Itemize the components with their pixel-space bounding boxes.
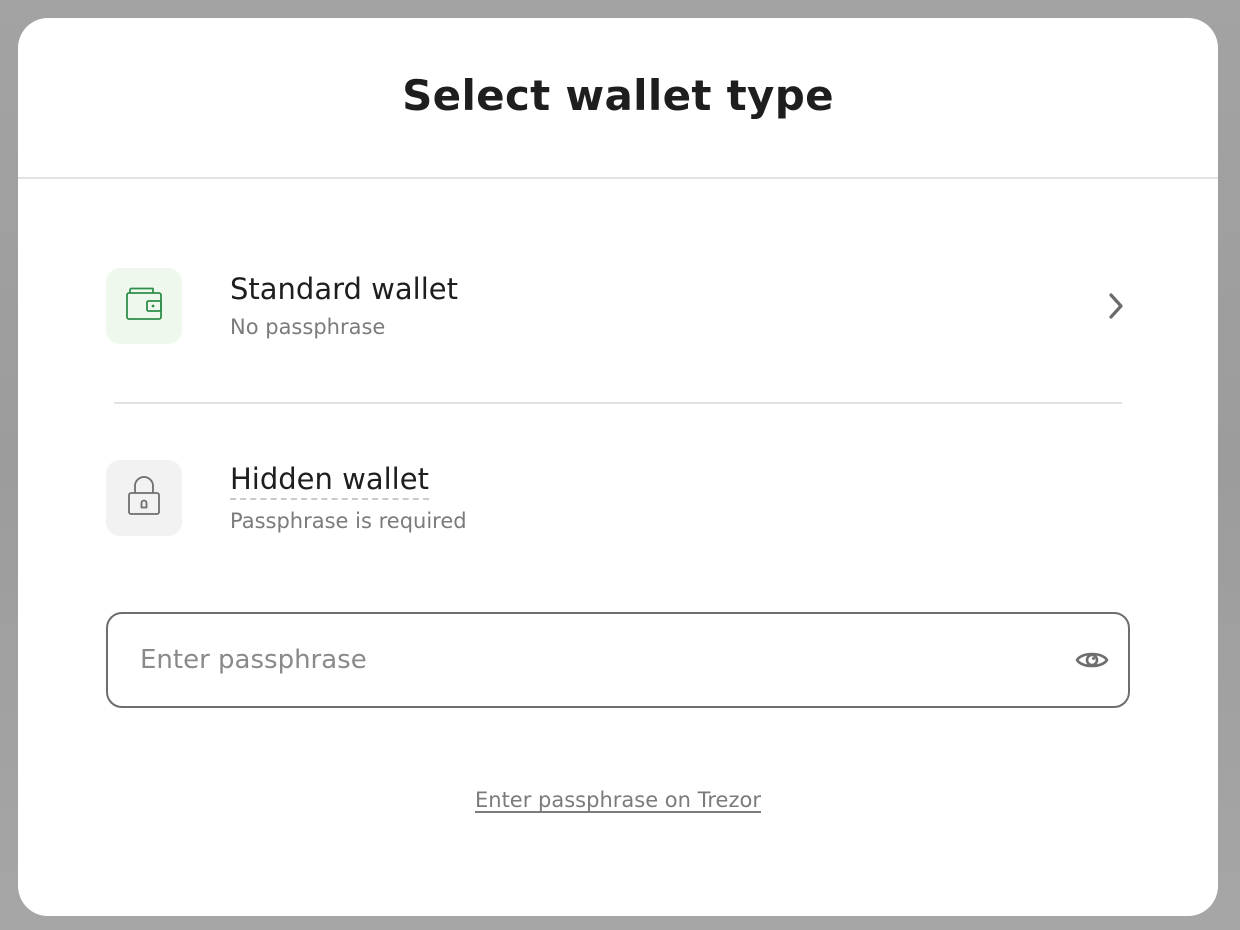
trezor-link-row: Enter passphrase on Trezor — [18, 788, 1218, 812]
eye-icon[interactable] — [1072, 642, 1112, 678]
wallet-icon — [125, 287, 163, 326]
modal-title: Select wallet type — [402, 71, 834, 120]
lock-icon — [126, 475, 162, 522]
enter-on-trezor-link[interactable]: Enter passphrase on Trezor — [475, 788, 761, 812]
lock-icon-box — [106, 460, 182, 536]
hidden-wallet-subtitle: Passphrase is required — [230, 509, 467, 533]
standard-wallet-subtitle: No passphrase — [230, 315, 386, 339]
modal-header: Select wallet type — [18, 18, 1218, 179]
chevron-right-icon — [1100, 291, 1130, 321]
standard-wallet-option[interactable]: Standard wallet No passphrase — [106, 268, 1130, 344]
hidden-wallet-text: Hidden wallet Passphrase is required — [230, 462, 467, 534]
hidden-wallet-option[interactable]: Hidden wallet Passphrase is required — [106, 460, 1130, 536]
wallet-icon-box — [106, 268, 182, 344]
passphrase-field — [106, 612, 1130, 708]
select-wallet-modal: Select wallet type Standard wallet No pa… — [18, 18, 1218, 916]
passphrase-input[interactable] — [140, 630, 1040, 690]
standard-wallet-title: Standard wallet — [230, 272, 458, 306]
options-divider — [114, 402, 1122, 404]
hidden-wallet-title[interactable]: Hidden wallet — [230, 462, 429, 500]
standard-wallet-text: Standard wallet No passphrase — [230, 272, 458, 340]
